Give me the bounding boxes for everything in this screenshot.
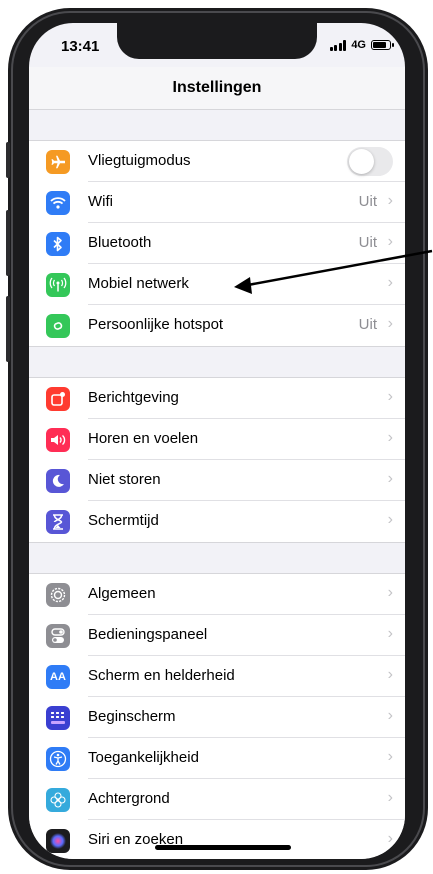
settings-row-algemeen[interactable]: Algemeen › (29, 574, 405, 615)
siri-icon (46, 829, 70, 853)
chevron-right-icon: › (387, 511, 393, 528)
airplane-icon (46, 150, 70, 174)
hotspot-status-value: Uit (358, 316, 377, 333)
accessibility-icon (46, 747, 70, 771)
chevron-right-icon: › (387, 315, 393, 332)
wifi-icon (46, 191, 70, 215)
chevron-right-icon: › (387, 470, 393, 487)
settings-row-label: Mobiel netwerk (88, 275, 189, 292)
chevron-right-icon: › (387, 625, 393, 642)
settings-row-label: Horen en voelen (88, 430, 199, 447)
settings-row-niet-storen[interactable]: Niet storen › (29, 460, 405, 501)
settings-row-scherm-en-helderheid[interactable]: AA Scherm en helderheid › (29, 656, 405, 697)
settings-row-beginscherm[interactable]: Beginscherm › (29, 697, 405, 738)
chevron-right-icon: › (387, 584, 393, 601)
hourglass-icon (46, 510, 70, 534)
settings-row-label: Bluetooth (88, 234, 152, 251)
settings-row-label: Schermtijd (88, 512, 159, 529)
chevron-right-icon: › (387, 192, 393, 209)
settings-row-horen-en-voelen[interactable]: Horen en voelen › (29, 419, 405, 460)
settings-row-label: Achtergrond (88, 790, 170, 807)
settings-row-berichtgeving[interactable]: Berichtgeving › (29, 378, 405, 419)
antenna-icon (46, 273, 70, 297)
navigation-bar: Instellingen (29, 67, 405, 110)
notifications-icon (46, 387, 70, 411)
settings-group-general: Algemeen › Bedieningspaneel › AA Scherm … (29, 573, 405, 859)
chevron-right-icon: › (387, 274, 393, 291)
notch (117, 23, 317, 59)
status-time: 13:41 (61, 38, 100, 55)
mute-switch (6, 142, 10, 178)
volume-down-button (6, 296, 10, 362)
moon-icon (46, 469, 70, 493)
status-indicators: 4G (329, 39, 394, 51)
settings-row-label: Bedieningspaneel (88, 626, 208, 643)
chevron-right-icon: › (387, 830, 393, 847)
bluetooth-icon (46, 232, 70, 256)
settings-row-label: Toegankelijkheid (88, 749, 199, 766)
flower-icon (46, 788, 70, 812)
settings-row-mobiel-netwerk[interactable]: Mobiel netwerk › (29, 264, 405, 305)
wifi-status-value: Uit (358, 193, 377, 210)
chevron-right-icon: › (387, 707, 393, 724)
page-title: Instellingen (172, 79, 262, 96)
chevron-right-icon: › (387, 233, 393, 250)
home-indicator[interactable] (155, 845, 291, 850)
airplane-mode-toggle[interactable] (347, 147, 393, 176)
settings-row-label: Persoonlijke hotspot (88, 316, 224, 333)
signal-icon (329, 39, 347, 51)
settings-row-label: Wifi (88, 193, 113, 210)
settings-row-schermtijd[interactable]: Schermtijd › (29, 501, 405, 542)
chevron-right-icon: › (387, 666, 393, 683)
gear-icon (46, 583, 70, 607)
settings-row-persoonlijke-hotspot[interactable]: Persoonlijke hotspot Uit › (29, 305, 405, 346)
toggle-knob (349, 149, 374, 174)
network-type: 4G (351, 39, 366, 51)
settings-group-connectivity: Vliegtuigmodus Wifi Uit › Bluetooth Uit … (29, 140, 405, 347)
home-grid-icon (46, 706, 70, 730)
status-bar: 13:41 4G (29, 23, 405, 67)
settings-row-wifi[interactable]: Wifi Uit › (29, 182, 405, 223)
settings-row-label: Algemeen (88, 585, 156, 602)
settings-row-label: Berichtgeving (88, 389, 179, 406)
settings-row-toegankelijkheid[interactable]: Toegankelijkheid › (29, 738, 405, 779)
settings-row-vliegtuigmodus[interactable]: Vliegtuigmodus (29, 141, 405, 182)
screen: 13:41 4G Instellingen Vliegtuigmodus Wif… (29, 23, 405, 859)
chevron-right-icon: › (387, 429, 393, 446)
text-size-icon: AA (46, 665, 70, 689)
bluetooth-status-value: Uit (358, 234, 377, 251)
settings-row-label: Vliegtuigmodus (88, 152, 191, 169)
settings-row-bluetooth[interactable]: Bluetooth Uit › (29, 223, 405, 264)
settings-row-siri-en-zoeken[interactable]: Siri en zoeken › (29, 820, 405, 859)
chevron-right-icon: › (387, 388, 393, 405)
settings-row-label: Niet storen (88, 471, 161, 488)
settings-row-label: Scherm en helderheid (88, 667, 235, 684)
volume-up-button (6, 210, 10, 276)
settings-row-achtergrond[interactable]: Achtergrond › (29, 779, 405, 820)
switches-icon (46, 624, 70, 648)
chevron-right-icon: › (387, 748, 393, 765)
settings-group-notifications: Berichtgeving › Horen en voelen › Niet s… (29, 377, 405, 543)
hotspot-icon (46, 314, 70, 338)
battery-icon (371, 40, 394, 50)
settings-row-label: Beginscherm (88, 708, 176, 725)
settings-row-bedieningspaneel[interactable]: Bedieningspaneel › (29, 615, 405, 656)
speaker-icon (46, 428, 70, 452)
chevron-right-icon: › (387, 789, 393, 806)
